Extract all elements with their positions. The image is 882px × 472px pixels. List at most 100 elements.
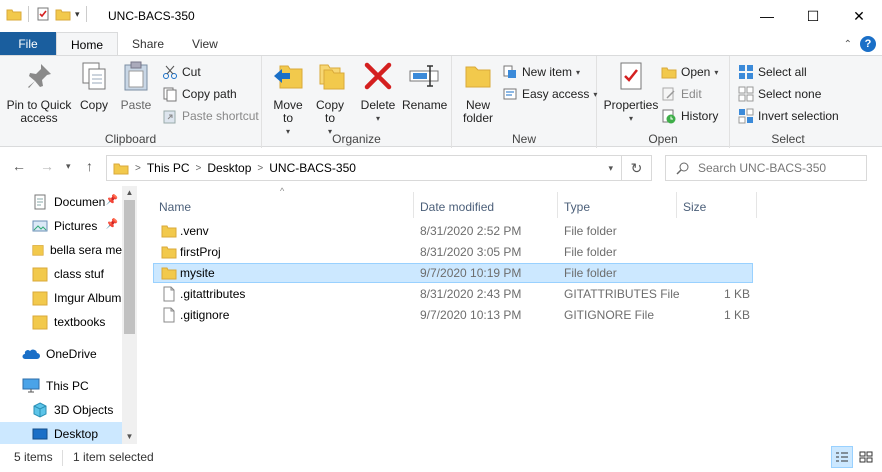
address-row: ← → ▾ ↑ > This PC > Desktop > UNC-BACS-3… — [0, 148, 882, 186]
breadcrumb-separator-icon[interactable]: > — [135, 163, 141, 174]
paste-icon — [124, 61, 148, 91]
qat-separator — [28, 6, 29, 22]
search-icon — [676, 162, 689, 175]
properties-caret-icon: ▾ — [628, 114, 633, 123]
pin-icon: 📌 — [105, 219, 118, 230]
properties-icon[interactable] — [35, 6, 51, 22]
details-view-button[interactable] — [831, 446, 853, 468]
minimize-button[interactable]: — — [744, 0, 790, 32]
tabs-right-controls: ⌃ ? — [844, 36, 876, 52]
scroll-down-icon[interactable]: ▼ — [122, 430, 137, 444]
file-date: 8/31/2020 2:43 PM — [420, 287, 522, 301]
file-icon — [163, 286, 175, 302]
breadcrumb-desktop[interactable]: Desktop — [207, 161, 251, 175]
select-all-button[interactable]: Select all — [738, 62, 807, 82]
nav-item-label: 3D Objects — [54, 403, 114, 417]
copy-path-button[interactable]: Copy path — [162, 84, 237, 104]
search-input[interactable]: Search UNC-BACS-350 — [665, 155, 867, 181]
scissors-icon — [163, 65, 177, 79]
properties-button[interactable]: Properties ▾ — [603, 60, 659, 125]
maximize-button[interactable]: ☐ — [790, 0, 836, 32]
ribbon-tabs: File Home Share View ⌃ ? — [0, 32, 882, 56]
easy-access-button[interactable]: Easy access ▾ — [502, 84, 597, 104]
table-row[interactable]: .gitignore 9/7/2020 10:13 PM GITIGNORE F… — [153, 305, 753, 325]
copy-to-button[interactable]: Copy to ▾ — [310, 60, 350, 138]
paste-shortcut-button[interactable]: Paste shortcut — [162, 106, 259, 126]
properties-icon — [620, 62, 642, 90]
table-row-selected[interactable]: mysite 9/7/2020 10:19 PM File folder — [153, 263, 753, 283]
nav-item-class-stuf[interactable]: class stuf — [0, 262, 122, 286]
customize-qat-icon[interactable]: ▾ — [75, 9, 80, 20]
recent-locations-icon[interactable]: ▾ — [66, 161, 71, 172]
rename-button[interactable]: Rename — [402, 60, 448, 112]
breadcrumb-current-folder[interactable]: UNC-BACS-350 — [269, 161, 356, 175]
new-item-caret-icon: ▾ — [576, 67, 581, 77]
desktop-icon — [32, 428, 48, 440]
invert-selection-label: Invert selection — [758, 109, 839, 123]
nav-item-imgur-album[interactable]: Imgur Album — [0, 286, 122, 310]
tab-file[interactable]: File — [0, 32, 56, 56]
forward-arrow-icon[interactable]: → — [40, 158, 54, 174]
refresh-button[interactable]: ↻ — [622, 155, 652, 181]
nav-item-this-pc[interactable]: This PC — [0, 374, 122, 398]
nav-item-3d-objects[interactable]: 3D Objects — [0, 398, 122, 422]
select-none-button[interactable]: Select none — [738, 84, 821, 104]
nav-item-documents[interactable]: Documen 📌 — [0, 190, 122, 214]
select-none-label: Select none — [758, 87, 822, 101]
new-folder-button[interactable]: New folder — [458, 60, 498, 125]
expand-ribbon-icon[interactable]: ⌃ — [844, 39, 852, 50]
open-label: Open — [681, 65, 711, 79]
new-folder-icon[interactable] — [55, 6, 71, 22]
status-bar: 5 items 1 item selected — [0, 444, 882, 472]
tab-home[interactable]: Home — [56, 32, 119, 56]
table-row[interactable]: .venv 8/31/2020 2:52 PM File folder — [153, 221, 753, 241]
cut-label: Cut — [182, 65, 201, 79]
nav-scrollbar[interactable]: ▲ ▼ — [122, 186, 137, 444]
move-to-button[interactable]: Move to ▾ — [268, 60, 308, 138]
maximize-icon: ☐ — [806, 7, 820, 24]
column-header-size[interactable]: Size — [677, 192, 757, 218]
table-row[interactable]: .gitattributes 8/31/2020 2:43 PM GITATTR… — [153, 284, 753, 304]
pin-icon — [28, 64, 51, 88]
column-header-date[interactable]: Date modified — [414, 192, 558, 218]
invert-selection-button[interactable]: Invert selection — [738, 106, 839, 126]
edit-button[interactable]: Edit — [661, 84, 702, 104]
help-icon[interactable]: ? — [860, 36, 876, 52]
scroll-up-icon[interactable]: ▲ — [122, 186, 137, 200]
open-group: Properties ▾ Open ▾ Edit History Open — [597, 56, 730, 148]
column-header-type[interactable]: Type — [558, 192, 677, 218]
breadcrumb-this-pc[interactable]: This PC — [147, 161, 190, 175]
breadcrumb-separator-icon[interactable]: > — [257, 163, 263, 174]
nav-item-bella-sera[interactable]: bella sera me — [0, 238, 122, 262]
pin-to-quick-access-button[interactable]: Pin to Quick access — [4, 60, 74, 125]
table-row[interactable]: firstProj 8/31/2020 3:05 PM File folder — [153, 242, 753, 262]
large-icons-view-button[interactable] — [855, 446, 877, 468]
address-dropdown-icon[interactable]: ▾ — [608, 163, 613, 174]
new-item-icon — [503, 65, 516, 78]
scrollbar-thumb[interactable] — [124, 200, 135, 334]
tab-share[interactable]: Share — [118, 32, 178, 56]
up-arrow-icon[interactable]: ↑ — [86, 158, 93, 174]
tab-view[interactable]: View — [178, 32, 232, 56]
rename-label: Rename — [402, 98, 448, 112]
nav-item-desktop[interactable]: Desktop — [0, 422, 122, 446]
pin-label: Pin to Quick access — [6, 98, 72, 125]
nav-item-textbooks[interactable]: textbooks — [0, 310, 122, 334]
open-button[interactable]: Open ▾ — [661, 62, 718, 82]
back-arrow-icon[interactable]: ← — [12, 158, 26, 174]
cut-button[interactable]: Cut — [162, 62, 201, 82]
close-button[interactable]: ✕ — [836, 0, 882, 32]
history-button[interactable]: History — [661, 106, 718, 126]
address-bar[interactable]: > This PC > Desktop > UNC-BACS-350 ▾ — [106, 155, 622, 181]
nav-item-onedrive[interactable]: OneDrive — [0, 342, 122, 366]
nav-item-pictures[interactable]: Pictures 📌 — [0, 214, 122, 238]
delete-button[interactable]: Delete ▾ — [358, 60, 398, 125]
history-icon — [662, 109, 676, 124]
new-group: New folder New item ▾ Easy access ▾ New — [452, 56, 597, 148]
breadcrumb-separator-icon[interactable]: > — [196, 163, 202, 174]
nav-item-label: OneDrive — [46, 347, 97, 361]
new-item-button[interactable]: New item ▾ — [502, 62, 580, 82]
copy-path-icon — [163, 87, 177, 102]
paste-button[interactable]: Paste — [116, 60, 156, 112]
copy-button[interactable]: Copy — [76, 60, 112, 112]
